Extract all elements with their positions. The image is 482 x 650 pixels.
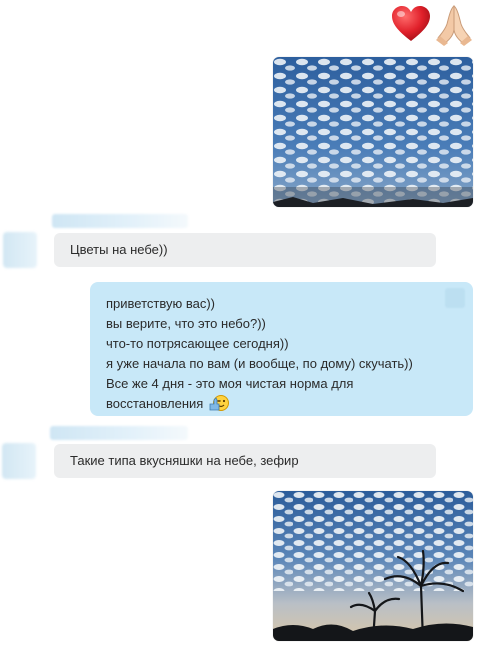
incoming-message-bubble[interactable]: Такие типа вкусняшки на небе, зефир — [54, 444, 436, 478]
folded-hands-icon[interactable] — [434, 4, 474, 46]
red-heart-icon[interactable] — [390, 4, 432, 46]
sender-avatar[interactable] — [3, 232, 37, 268]
sender-avatar[interactable] — [2, 443, 36, 479]
shared-photo-sky[interactable] — [273, 57, 473, 207]
outgoing-message-bubble[interactable]: приветствую вас)) вы верите, что это неб… — [90, 282, 473, 416]
message-text: Цветы на небе)) — [70, 242, 168, 257]
message-reactions — [390, 4, 474, 46]
message-line: что-то потрясающее сегодня)) — [106, 336, 289, 351]
message-line: восстановления — [106, 396, 204, 411]
sender-name — [50, 426, 188, 440]
message-text: Такие типа вкусняшки на небе, зефир — [70, 453, 299, 468]
shared-photo-sky-palms[interactable] — [273, 491, 473, 641]
incoming-message-bubble[interactable]: Цветы на небе)) — [54, 233, 436, 267]
message-line: вы верите, что это небо?)) — [106, 316, 266, 331]
message-line: Все же 4 дня - это моя чистая норма для — [106, 376, 354, 391]
read-receipt-avatar — [445, 288, 465, 308]
thumbs-up-wink-icon — [209, 394, 229, 418]
sender-name — [52, 214, 188, 228]
message-line: я уже начала по вам (и вообще, по дому) … — [106, 356, 413, 371]
message-line: приветствую вас)) — [106, 296, 215, 311]
